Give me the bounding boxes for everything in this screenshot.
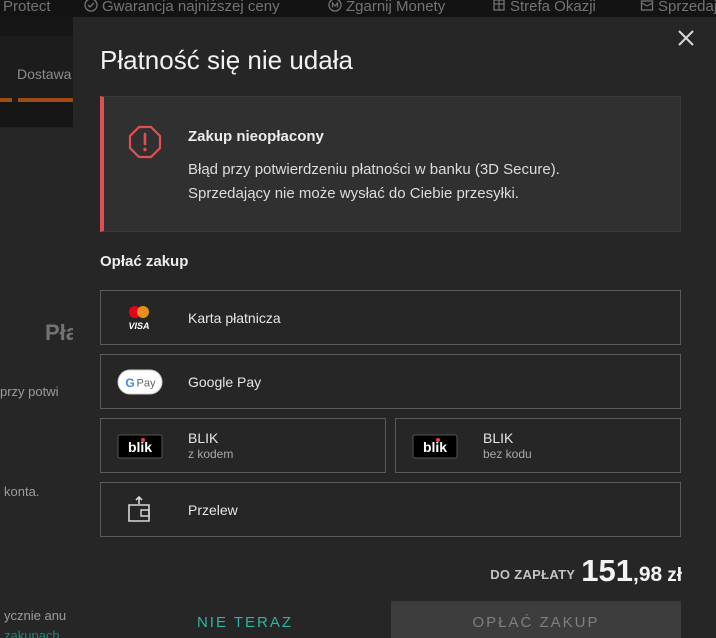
alert-title: Zakup nieopłacony (188, 128, 324, 145)
total-amount: DO ZAPŁATY 151,98 zł (490, 553, 682, 589)
payment-option-google-pay[interactable]: G Pay Google Pay (100, 354, 681, 409)
wallet-transfer-icon (128, 495, 150, 522)
error-alert: Zakup nieopłacony Błąd przy potwierdzeni… (100, 96, 681, 232)
payment-option-blik-code[interactable]: blik BLIK z kodem (100, 418, 386, 473)
payment-option-sublabel: bez kodu (483, 447, 532, 461)
payment-option-transfer[interactable]: Przelew (100, 482, 681, 537)
google-pay-logo: G Pay (117, 369, 163, 395)
payment-option-label: Karta płatnicza (188, 310, 281, 326)
alert-message-line: Sprzedający nie może wysłać do Ciebie pr… (188, 185, 519, 202)
google-pay-logo-text: Pay (137, 378, 156, 390)
pay-section-label: Opłać zakup (100, 253, 189, 270)
total-currency: zł (667, 565, 682, 586)
payment-option-label: BLIK (483, 430, 514, 446)
card-logo: VISA (128, 306, 150, 331)
payment-option-label: Przelew (188, 502, 238, 518)
alert-message-line: Błąd przy potwierdzeniu płatności w bank… (188, 161, 560, 178)
alert-message: Błąd przy potwierdzeniu płatności w bank… (188, 158, 668, 206)
dialog-title: Płatność się nie udała (100, 45, 353, 75)
total-amount-integer: 151 (581, 553, 634, 588)
payment-failed-dialog: Płatność się nie udała Zakup nieopłacony… (73, 17, 716, 638)
error-octagon-icon (128, 125, 162, 159)
pay-purchase-button[interactable]: OPŁAĆ ZAKUP (391, 601, 681, 638)
total-label: DO ZAPŁATY (490, 567, 576, 582)
total-amount-decimal: ,98 (633, 563, 663, 586)
close-button[interactable] (675, 27, 697, 49)
svg-text:G: G (125, 376, 134, 390)
payment-option-sublabel: z kodem (188, 447, 234, 461)
payment-option-label: Google Pay (188, 374, 262, 390)
payment-option-label: BLIK (188, 430, 219, 446)
blik-logo: blik (117, 434, 163, 459)
payment-option-blik-no-code[interactable]: blik BLIK bez kodu (395, 418, 681, 473)
not-now-button[interactable]: NIE TERAZ (100, 601, 390, 638)
blik-logo: blik (412, 434, 458, 459)
blik-logo-text: blik (128, 439, 152, 455)
card-logo-text: VISA (128, 321, 149, 331)
blik-logo-text: blik (423, 439, 447, 455)
close-icon (678, 30, 694, 46)
payment-option-card[interactable]: VISA Karta płatnicza (100, 290, 681, 345)
